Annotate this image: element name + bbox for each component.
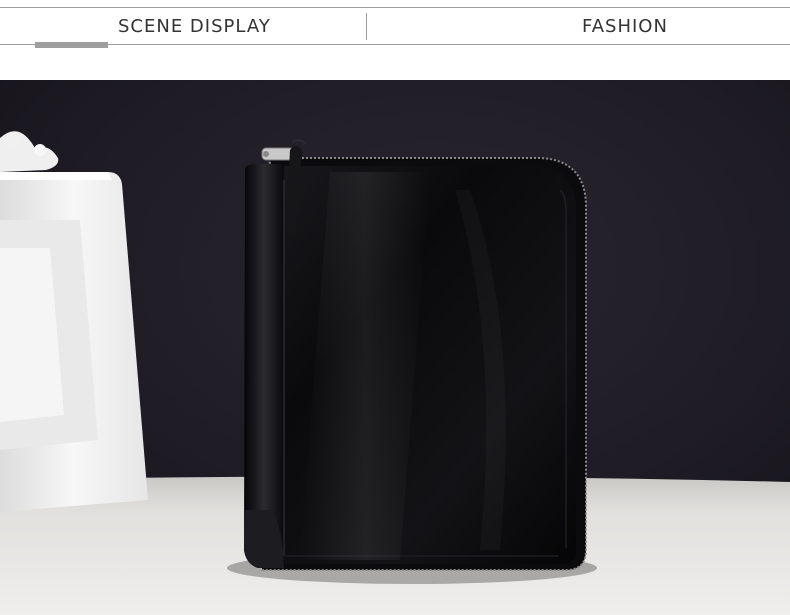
scene-display-label: SCENE DISPLAY [118,16,271,37]
header-top-rule [0,7,790,8]
wallet [244,139,587,571]
header-bottom-rule [0,44,790,45]
product-photo [0,80,790,615]
section-header: SCENE DISPLAY FASHION [0,0,790,80]
fashion-label: FASHION [582,16,668,37]
header-accent-bar [35,42,108,48]
header-divider [366,13,367,40]
wallet-scene-image [0,80,790,615]
